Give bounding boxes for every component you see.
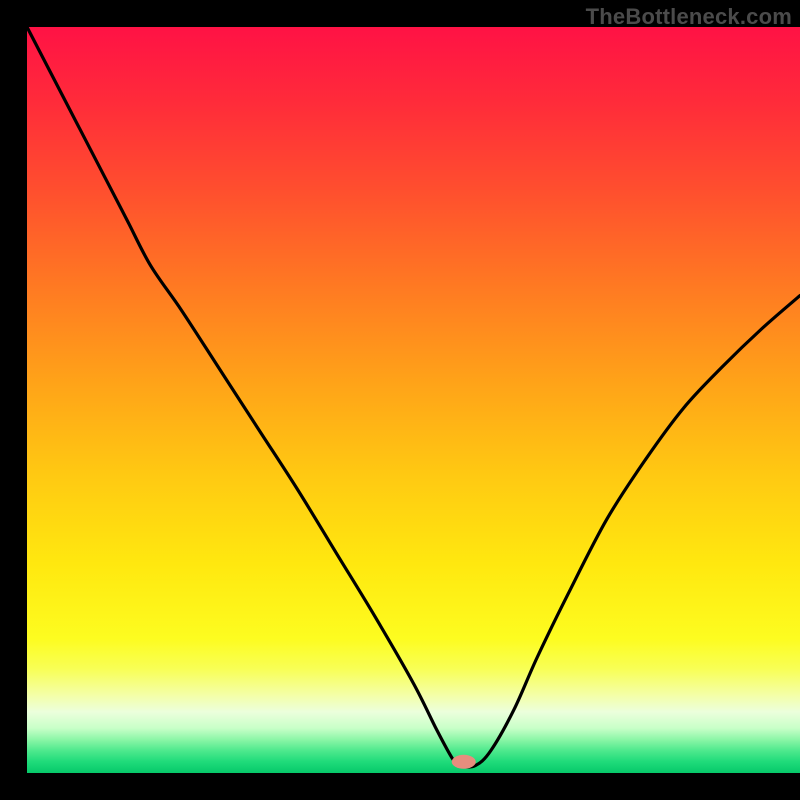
bottleneck-chart bbox=[0, 0, 800, 800]
watermark-text: TheBottleneck.com bbox=[586, 4, 792, 30]
plot-area bbox=[27, 27, 800, 773]
frame-left bbox=[0, 0, 27, 800]
optimal-point-marker bbox=[452, 755, 476, 769]
frame-bottom bbox=[0, 773, 800, 800]
app-root: TheBottleneck.com bbox=[0, 0, 800, 800]
